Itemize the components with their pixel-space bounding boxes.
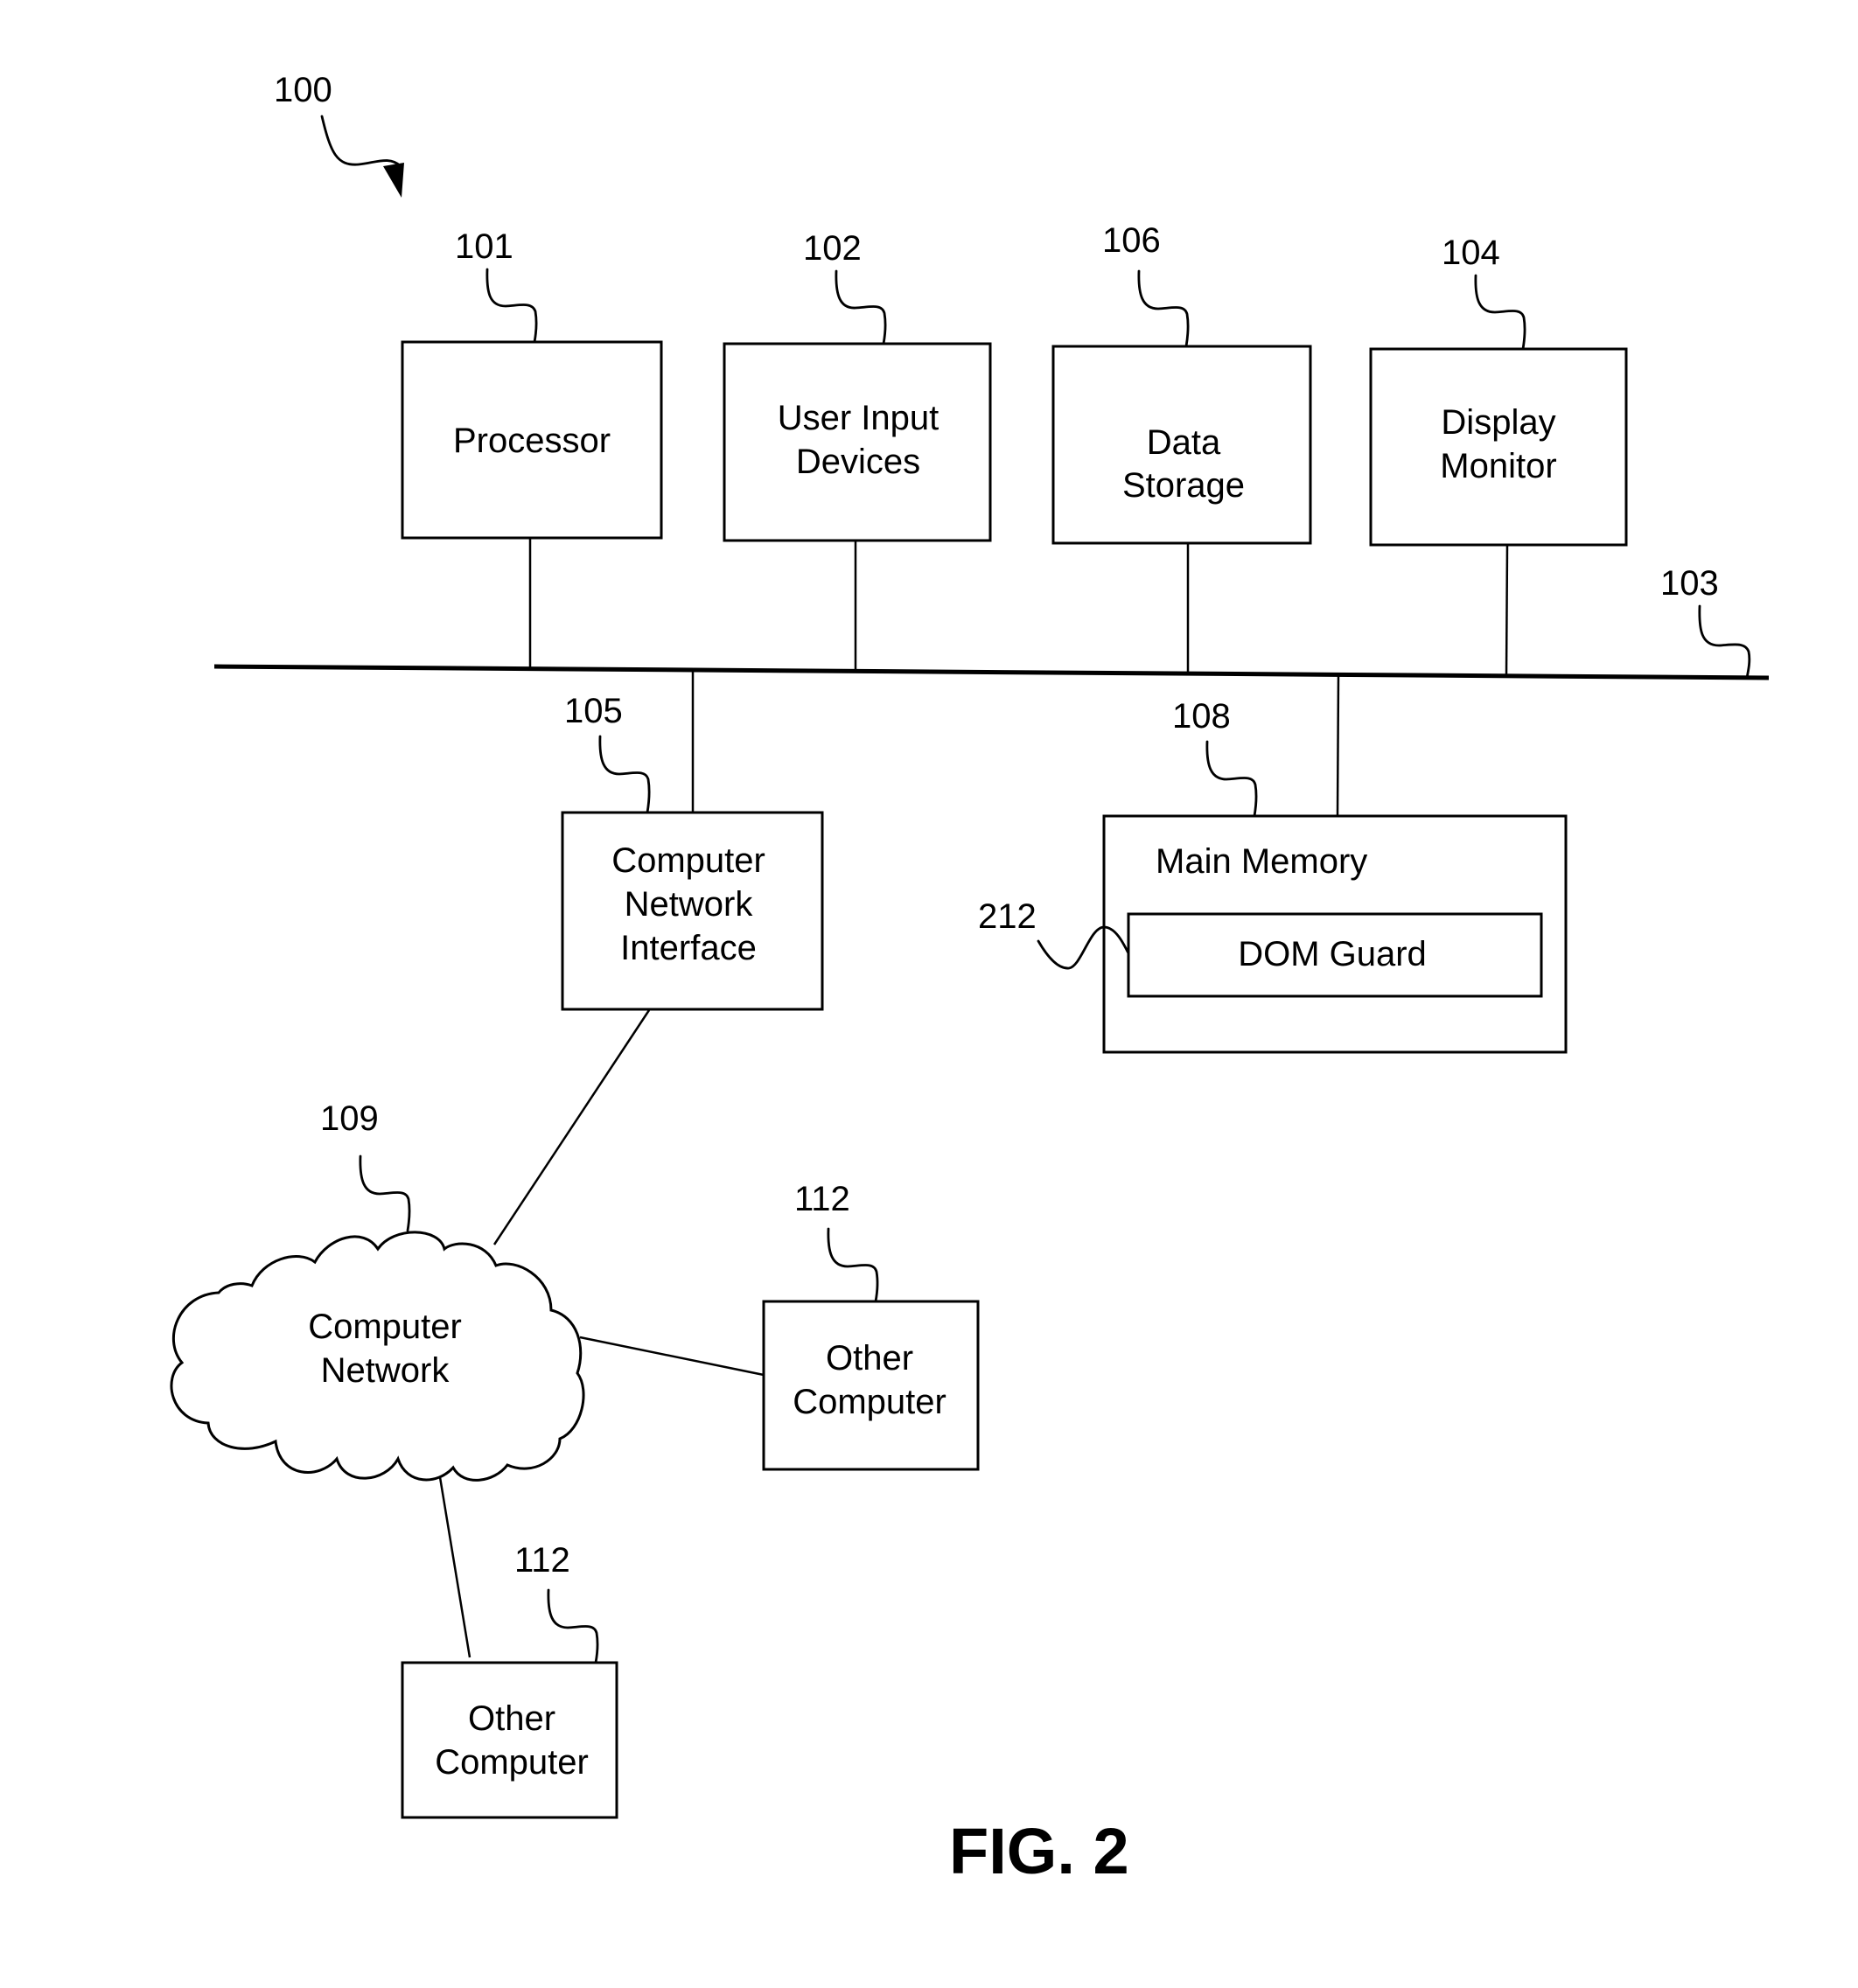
other-computer-bottom-block: Other Computer 112 xyxy=(401,1476,618,1819)
network-other-computer-bottom-link xyxy=(438,1476,471,1658)
network-interface-label-line2: Network xyxy=(625,885,754,924)
other-computer-bottom-ref-label: 112 xyxy=(514,1541,570,1580)
processor-ref-leader xyxy=(485,268,538,344)
other-computer-right-label-line2: Computer xyxy=(793,1383,946,1421)
interface-network-link xyxy=(492,1009,651,1245)
user-input-ref-leader xyxy=(835,269,887,345)
display-monitor-label-line1: Display xyxy=(1441,403,1555,442)
other-computer-right-ref-leader xyxy=(827,1227,879,1303)
user-input-label-line2: Devices xyxy=(796,443,920,481)
dom-guard-block: DOM Guard xyxy=(1127,912,1543,998)
display-monitor-label-line2: Monitor xyxy=(1440,447,1556,485)
other-computer-bottom-ref-leader xyxy=(547,1588,599,1664)
computer-network-label-line1: Computer xyxy=(308,1308,462,1346)
data-storage-ref-label: 106 xyxy=(1102,221,1161,260)
network-interface-block: Computer Network Interface 105 xyxy=(561,671,824,1011)
main-memory-ref-leader xyxy=(1205,740,1258,818)
other-computer-bottom-label-line1: Other xyxy=(468,1699,555,1738)
network-interface-label-line1: Computer xyxy=(611,841,765,880)
display-monitor-bus-connector xyxy=(1505,544,1509,677)
main-memory-block: Main Memory 108 DOM Guard 212 xyxy=(978,674,1568,1054)
dom-guard-ref-label: 212 xyxy=(978,897,1037,936)
other-computer-right-block: Other Computer 112 xyxy=(579,1180,980,1471)
bus-ref-label: 103 xyxy=(1660,564,1719,603)
system-bus xyxy=(213,664,1770,680)
data-storage-label-line1: Data xyxy=(1147,423,1221,462)
dom-guard-label: DOM Guard xyxy=(1238,935,1427,973)
user-input-block: User Input Devices 102 xyxy=(723,229,992,669)
other-computer-right-label-line1: Other xyxy=(826,1339,913,1378)
data-storage-ref-leader xyxy=(1137,269,1190,348)
network-interface-ref-leader xyxy=(598,735,651,814)
system-ref-arrow xyxy=(320,115,402,168)
other-computer-bottom-box xyxy=(401,1661,618,1819)
computer-network-label-line2: Network xyxy=(321,1351,451,1390)
arrowhead-icon xyxy=(383,163,404,198)
other-computer-right-ref-label: 112 xyxy=(794,1180,850,1218)
processor-ref-label: 101 xyxy=(455,227,513,266)
network-interface-ref-label: 105 xyxy=(564,692,623,730)
network-interface-label-line3: Interface xyxy=(620,929,757,967)
display-monitor-ref-label: 104 xyxy=(1442,234,1500,272)
main-memory-label: Main Memory xyxy=(1156,842,1367,881)
user-input-ref-label: 102 xyxy=(803,229,862,268)
other-computer-bottom-label-line2: Computer xyxy=(435,1743,589,1782)
processor-block: Processor 101 xyxy=(401,227,663,667)
system-ref-label: 100 xyxy=(274,71,332,109)
user-input-label-line1: User Input xyxy=(778,399,939,437)
processor-label: Processor xyxy=(453,422,611,460)
network-other-computer-right-link xyxy=(579,1336,765,1377)
computer-network-ref-leader xyxy=(359,1154,411,1232)
main-memory-ref-label: 108 xyxy=(1172,697,1231,736)
display-monitor-ref-leader xyxy=(1474,274,1526,351)
computer-network-block: Computer Network 109 xyxy=(170,1099,585,1482)
computer-network-ref-label: 109 xyxy=(320,1099,379,1138)
data-storage-label-line2: Storage xyxy=(1122,466,1245,505)
figure-title: FIG. 2 xyxy=(949,1815,1129,1887)
display-monitor-block: Display Monitor 104 xyxy=(1369,234,1628,677)
bus-ref-leader xyxy=(1698,604,1751,680)
data-storage-block: Data Storage 106 xyxy=(1051,221,1312,673)
block-diagram: 100 103 Processor 101 User Input Devices… xyxy=(170,71,1770,1887)
